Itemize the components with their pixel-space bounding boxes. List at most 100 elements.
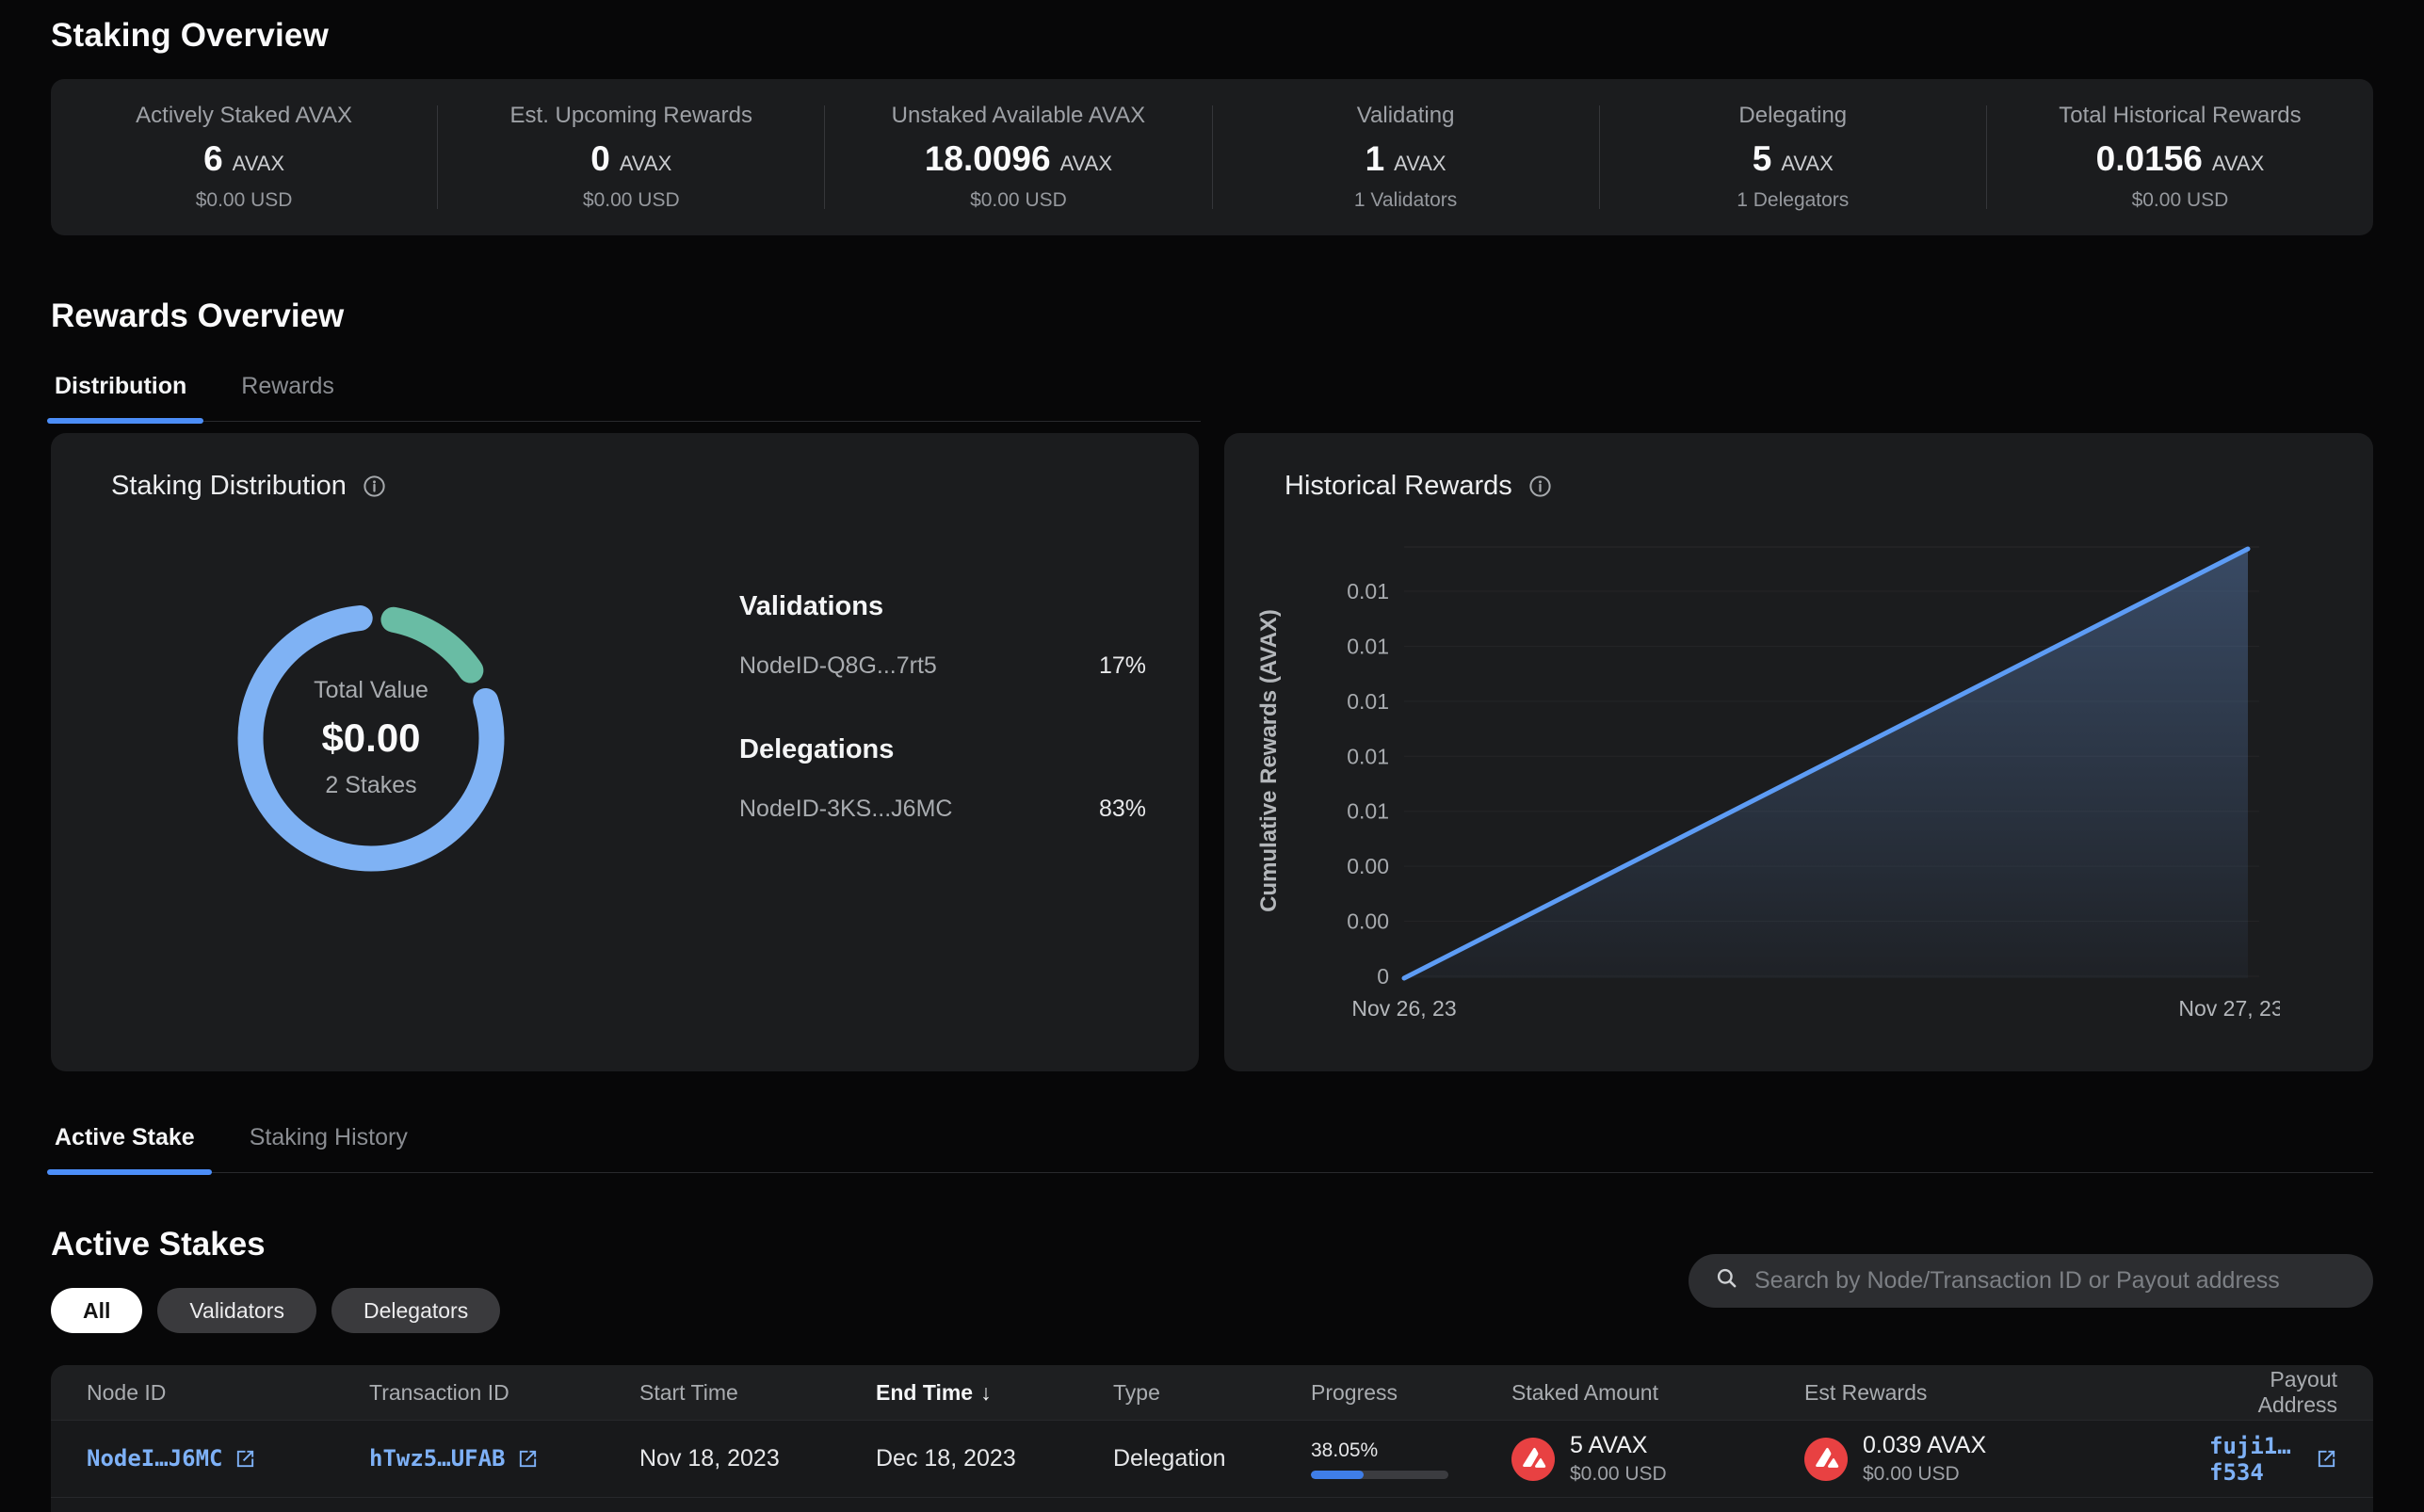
stat-sub: 1 Delegators <box>1737 189 1849 212</box>
stake-search-box[interactable] <box>1689 1254 2373 1308</box>
distribution-section-delegations: Delegations NodeID-3KS...J6MC 83% <box>739 734 1146 823</box>
node-percentage: 83% <box>1099 796 1146 823</box>
stat-value: 5 <box>1753 139 1772 179</box>
svg-text:0.00: 0.00 <box>1347 909 1389 934</box>
table-body: NodeI…J6MC hTwz5…UFAB Nov 18, 2023 Dec 1… <box>51 1420 2373 1512</box>
stat-value: 0.0156 <box>2096 139 2203 179</box>
est-rewards: 0.039 AVAX $0.00 USD <box>1804 1432 2209 1486</box>
filter-pill-delegators[interactable]: Delegators <box>331 1288 500 1333</box>
stat-delegating: Delegating 5 AVAX 1 Delegators <box>1600 79 1986 235</box>
rewards-overview-tabs: Distribution Rewards <box>51 373 1201 422</box>
column-header-est-rewards[interactable]: Est Rewards <box>1804 1380 2209 1406</box>
external-link-icon[interactable] <box>234 1448 256 1470</box>
staked-amount: 5 AVAX $0.00 USD <box>1511 1432 1804 1486</box>
tab-staking-history[interactable]: Staking History <box>246 1124 412 1172</box>
filter-pill-validators[interactable]: Validators <box>157 1288 316 1333</box>
stat-sub: 1 Validators <box>1354 189 1457 212</box>
tab-distribution[interactable]: Distribution <box>51 373 190 421</box>
tab-active-stake[interactable]: Active Stake <box>51 1124 199 1172</box>
search-icon <box>1715 1266 1739 1295</box>
info-icon[interactable] <box>1527 474 1553 499</box>
tab-rewards[interactable]: Rewards <box>237 373 338 421</box>
column-header-end-time[interactable]: End Time↓ <box>876 1380 1113 1406</box>
active-stake-tabs: Active Stake Staking History <box>51 1124 2373 1173</box>
stat-unstaked-available-avax: Unstaked Available AVAX 18.0096 AVAX $0.… <box>825 79 1211 235</box>
svg-text:0.00: 0.00 <box>1347 854 1389 878</box>
stat-unit: AVAX <box>1781 152 1833 176</box>
column-header-start-time[interactable]: Start Time <box>639 1380 876 1406</box>
historical-rewards-card: Historical Rewards Cumulative Rewards (A… <box>1224 433 2373 1071</box>
stat-validating: Validating 1 AVAX 1 Validators <box>1213 79 1599 235</box>
column-header-node-id[interactable]: Node ID <box>87 1380 369 1406</box>
rewards-cards-row: Staking Distribution Total Value $0.00 2… <box>51 433 2373 1071</box>
distribution-section-heading: Validations <box>739 591 1146 622</box>
stat-label: Actively Staked AVAX <box>136 103 352 129</box>
stat-label: Est. Upcoming Rewards <box>510 103 752 129</box>
stat-unit: AVAX <box>620 152 671 176</box>
external-link-icon[interactable] <box>2316 1448 2337 1470</box>
staking-dashboard: Staking Overview Actively Staked AVAX 6 … <box>0 0 2424 1512</box>
active-stakes-header-zone: Active Stakes All Validators Delegators <box>51 1226 2373 1333</box>
donut-center-sub: 2 Stakes <box>325 772 416 799</box>
stat-label: Total Historical Rewards <box>2059 103 2301 129</box>
node-id-link[interactable]: NodeI…J6MC <box>87 1445 256 1472</box>
staking-distribution-card: Staking Distribution Total Value $0.00 2… <box>51 433 1199 1071</box>
stat-value: 1 <box>1366 139 1385 179</box>
column-header-type[interactable]: Type <box>1113 1380 1311 1406</box>
historical-rewards-line-chart: 0.010.010.010.010.010.000.000Nov 26, 23N… <box>1301 536 2280 1039</box>
avalanche-logo-icon <box>1511 1438 1555 1481</box>
svg-text:0.01: 0.01 <box>1347 744 1389 768</box>
column-header-transaction-id[interactable]: Transaction ID <box>369 1380 639 1406</box>
table-row: NodeI…J6MC hTwz5…UFAB Nov 18, 2023 Dec 1… <box>51 1420 2373 1497</box>
transaction-id-link[interactable]: hTwz5…UFAB <box>369 1445 539 1472</box>
svg-text:0.01: 0.01 <box>1347 689 1389 714</box>
avalanche-logo-icon <box>1804 1438 1848 1481</box>
progress-label: 38.05% <box>1311 1440 1448 1462</box>
stake-type: Delegation <box>1113 1445 1311 1472</box>
svg-text:0: 0 <box>1377 964 1389 989</box>
search-input[interactable] <box>1754 1267 2347 1295</box>
progress-bar <box>1311 1471 1448 1479</box>
staked-amount-usd: $0.00 USD <box>1570 1463 1667 1486</box>
svg-text:0.01: 0.01 <box>1347 634 1389 658</box>
staking-overview-stats: Actively Staked AVAX 6 AVAX $0.00 USD Es… <box>51 79 2373 235</box>
stat-value: 18.0096 <box>925 139 1051 179</box>
stat-unit: AVAX <box>1394 152 1446 176</box>
table-row: NodeI…7rt5 2EnGv…CMoW Nov 29, 2023 Nov 3… <box>51 1497 2373 1512</box>
distribution-section-heading: Delegations <box>739 734 1146 765</box>
column-header-progress[interactable]: Progress <box>1311 1380 1511 1406</box>
est-rewards-avax: 0.039 AVAX <box>1863 1432 1986 1459</box>
info-icon[interactable] <box>362 474 387 499</box>
svg-text:0.01: 0.01 <box>1347 799 1389 824</box>
rewards-overview-title: Rewards Overview <box>51 298 2373 335</box>
column-header-staked-amount[interactable]: Staked Amount <box>1511 1380 1804 1406</box>
distribution-legend: Validations NodeID-Q8G...7rt5 17% Delega… <box>739 591 1146 823</box>
stat-actively-staked-avax: Actively Staked AVAX 6 AVAX $0.00 USD <box>51 79 437 235</box>
stat-sub: $0.00 USD <box>196 189 293 212</box>
active-stakes-table: Node IDTransaction IDStart TimeEnd Time↓… <box>51 1365 2373 1512</box>
distribution-section-validations: Validations NodeID-Q8G...7rt5 17% <box>739 591 1146 680</box>
start-time: Nov 18, 2023 <box>639 1445 876 1472</box>
column-header-payout-address[interactable]: Payout Address <box>2209 1367 2337 1418</box>
donut-center-value: $0.00 <box>321 716 420 761</box>
svg-text:0.01: 0.01 <box>1347 579 1389 603</box>
svg-text:Nov 26, 23: Nov 26, 23 <box>1351 996 1456 1021</box>
end-time: Dec 18, 2023 <box>876 1445 1113 1472</box>
stat-unit: AVAX <box>2212 152 2264 176</box>
stat-label: Validating <box>1357 103 1455 129</box>
stat-value: 0 <box>590 139 610 179</box>
stat-sub: $0.00 USD <box>970 189 1067 212</box>
est-rewards-usd: $0.00 USD <box>1863 1463 1986 1486</box>
stat-sub: $0.00 USD <box>583 189 680 212</box>
stat-label: Unstaked Available AVAX <box>892 103 1146 129</box>
stat-est-upcoming-rewards: Est. Upcoming Rewards 0 AVAX $0.00 USD <box>438 79 824 235</box>
external-link-icon[interactable] <box>517 1448 539 1470</box>
payout-address-link[interactable]: fuji1…f534 <box>2209 1433 2337 1486</box>
staking-distribution-donut-chart: Total Value $0.00 2 Stakes <box>216 583 526 893</box>
sort-descending-icon[interactable]: ↓ <box>980 1380 992 1405</box>
stat-label: Delegating <box>1738 103 1847 129</box>
stat-value: 6 <box>203 139 223 179</box>
staked-amount-avax: 5 AVAX <box>1570 1432 1667 1459</box>
filter-pill-all[interactable]: All <box>51 1288 142 1333</box>
table-header-row: Node IDTransaction IDStart TimeEnd Time↓… <box>51 1365 2373 1420</box>
